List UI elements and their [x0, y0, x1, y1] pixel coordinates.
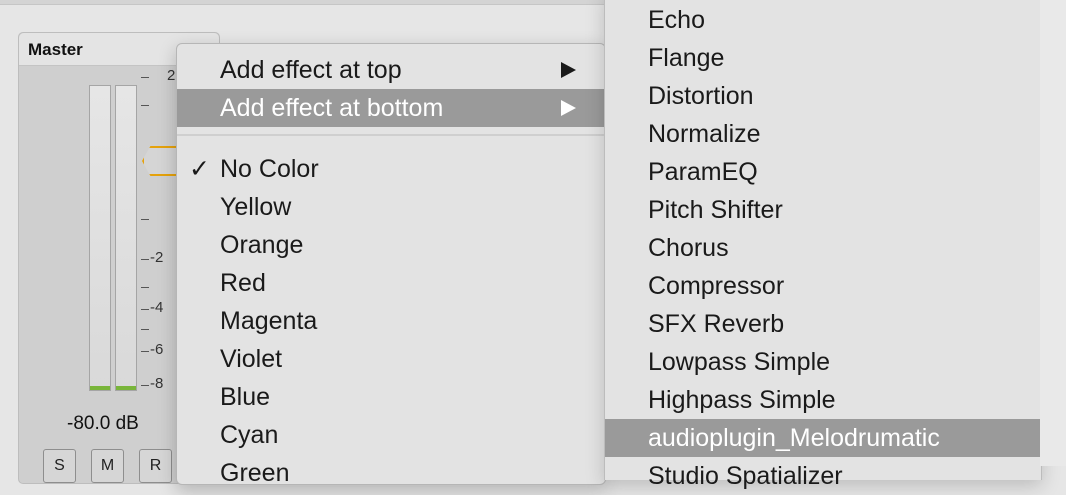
scale-tick — [141, 309, 149, 310]
effect-label: Lowpass Simple — [648, 348, 831, 376]
effect-item-pitch-shifter[interactable]: Pitch Shifter — [605, 191, 1041, 229]
scale-label: 2 — [167, 67, 176, 84]
effect-item-echo[interactable]: Echo — [605, 1, 1041, 39]
effect-item-chorus[interactable]: Chorus — [605, 229, 1041, 267]
level-meter-right — [115, 85, 137, 391]
db-readout: -80.0 dB — [67, 413, 139, 434]
effect-label: ParamEQ — [648, 158, 758, 186]
scale-tick — [141, 351, 149, 352]
bypass-button[interactable]: R — [139, 449, 172, 483]
scale-label: -6 — [150, 341, 164, 358]
effect-label: Normalize — [648, 120, 761, 148]
context-menu: Add effect at top Add effect at bottom ✓… — [176, 43, 606, 487]
menu-item-label: No Color — [220, 155, 319, 183]
menu-item-color-blue[interactable]: Blue — [177, 378, 605, 416]
menu-item-color-magenta[interactable]: Magenta — [177, 302, 605, 340]
submenu-arrow-icon — [561, 62, 576, 78]
effect-label: Flange — [648, 44, 725, 72]
menu-item-label: Yellow — [220, 193, 292, 221]
menu-item-color-none[interactable]: ✓ No Color — [177, 150, 605, 188]
menu-item-label: Violet — [220, 345, 283, 373]
scale-tick — [141, 105, 149, 106]
meter-level — [116, 386, 136, 390]
menu-item-label: Green — [220, 459, 290, 487]
menu-item-add-effect-top[interactable]: Add effect at top — [177, 51, 605, 89]
menu-item-label: Red — [220, 269, 266, 297]
effect-label: Highpass Simple — [648, 386, 836, 414]
menu-item-color-red[interactable]: Red — [177, 264, 605, 302]
scale-tick — [141, 385, 149, 386]
menu-item-label: Blue — [220, 383, 271, 411]
scale-label: -2 — [150, 249, 164, 266]
menu-item-color-yellow[interactable]: Yellow — [177, 188, 605, 226]
scale-tick — [141, 259, 149, 260]
submenu-arrow-icon — [561, 100, 576, 116]
menu-item-color-orange[interactable]: Orange — [177, 226, 605, 264]
effect-item-parameq[interactable]: ParamEQ — [605, 153, 1041, 191]
menu-item-color-cyan[interactable]: Cyan — [177, 416, 605, 454]
scale-label: -8 — [150, 375, 164, 392]
effect-label: Echo — [648, 6, 705, 34]
background-panel — [1040, 0, 1066, 466]
effect-item-normalize[interactable]: Normalize — [605, 115, 1041, 153]
effects-submenu: Echo Flange Distortion Normalize ParamEQ… — [604, 0, 1042, 490]
effect-item-distortion[interactable]: Distortion — [605, 77, 1041, 115]
menu-item-label: Cyan — [220, 421, 279, 449]
scale-label: -4 — [150, 299, 164, 316]
menu-item-label: Orange — [220, 231, 304, 259]
meter-level — [90, 386, 110, 390]
strip-title: Master — [28, 40, 83, 59]
effect-item-sfx-reverb[interactable]: SFX Reverb — [605, 305, 1041, 343]
scale-tick — [141, 287, 149, 288]
menu-item-color-violet[interactable]: Violet — [177, 340, 605, 378]
scale-tick — [141, 77, 149, 78]
effect-label: Studio Spatializer — [648, 462, 843, 490]
level-meter-left — [89, 85, 111, 391]
menu-item-add-effect-bottom[interactable]: Add effect at bottom — [177, 89, 605, 127]
effect-item-highpass-simple[interactable]: Highpass Simple — [605, 381, 1041, 419]
menu-item-label: Add effect at top — [220, 56, 402, 84]
effect-item-flange[interactable]: Flange — [605, 39, 1041, 77]
checkmark-icon: ✓ — [189, 155, 210, 183]
menu-item-label: Add effect at bottom — [220, 94, 444, 122]
effect-label: audioplugin_Melodrumatic — [648, 424, 940, 452]
solo-button[interactable]: S — [43, 449, 76, 483]
menu-separator — [177, 134, 605, 136]
effect-label: SFX Reverb — [648, 310, 785, 338]
effect-label: Chorus — [648, 234, 729, 262]
effect-item-melodrumatic[interactable]: audioplugin_Melodrumatic — [605, 419, 1041, 457]
mute-button[interactable]: M — [91, 449, 124, 483]
effect-item-studio-spatializer[interactable]: Studio Spatializer — [605, 457, 1041, 495]
menu-item-color-green[interactable]: Green — [177, 454, 605, 492]
effect-label: Compressor — [648, 272, 785, 300]
menu-item-label: Magenta — [220, 307, 318, 335]
scale-tick — [141, 219, 149, 220]
effect-item-lowpass-simple[interactable]: Lowpass Simple — [605, 343, 1041, 381]
effect-label: Pitch Shifter — [648, 196, 783, 224]
effect-item-compressor[interactable]: Compressor — [605, 267, 1041, 305]
scale-tick — [141, 329, 149, 330]
effect-label: Distortion — [648, 82, 754, 110]
